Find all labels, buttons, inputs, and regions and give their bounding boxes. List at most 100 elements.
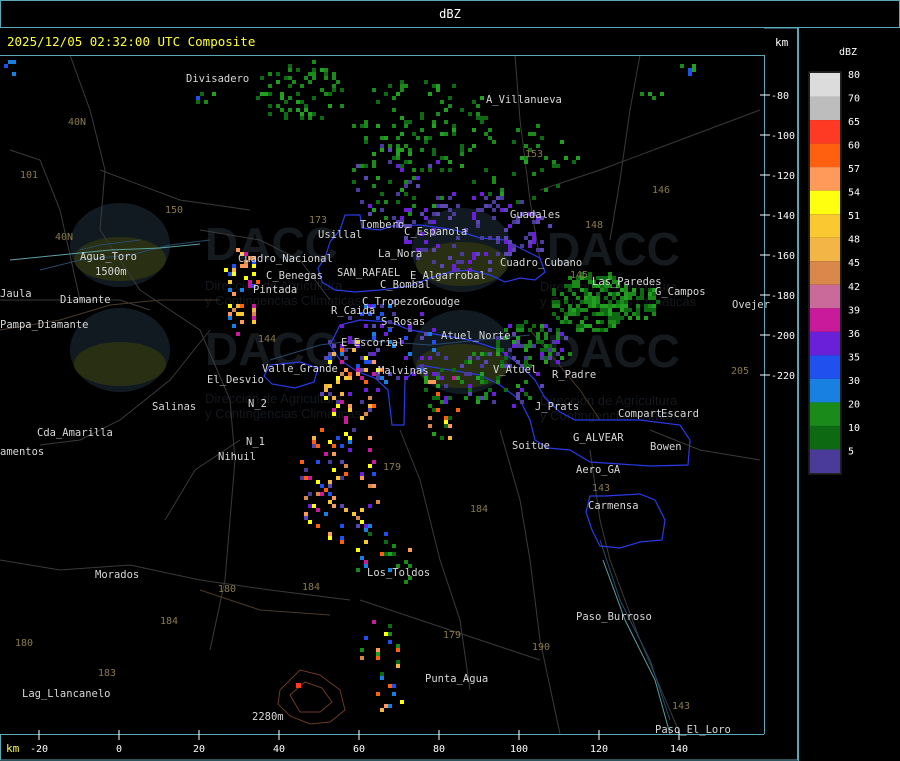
echo-pixel [288, 108, 292, 112]
echo-pixel [308, 504, 312, 508]
echo-pixel [332, 444, 336, 448]
echo-pixel [552, 304, 556, 308]
echo-pixel [544, 188, 548, 192]
echo-pixel [420, 356, 424, 360]
echo-pixel [340, 324, 344, 328]
legend-swatch [810, 120, 840, 144]
echo-pixel [472, 216, 476, 220]
echo-pixel [512, 340, 516, 344]
echo-pixel [468, 112, 472, 116]
echo-pixel [320, 484, 324, 488]
echo-pixel [444, 400, 448, 404]
echo-pixel [560, 140, 564, 144]
echo-pixel [360, 368, 364, 372]
echo-pixel [600, 288, 604, 292]
place-label: La_Nora [378, 248, 422, 260]
echo-pixel [400, 188, 404, 192]
echo-pixel [500, 192, 504, 196]
echo-pixel [436, 408, 440, 412]
echo-pixel [376, 124, 380, 128]
echo-pixel [440, 196, 444, 200]
echo-pixel [596, 328, 600, 332]
echo-pixel [280, 108, 284, 112]
echo-pixel [628, 292, 632, 296]
echo-pixel [476, 376, 480, 380]
echo-pixel [528, 396, 532, 400]
echo-pixel [384, 540, 388, 544]
echo-pixel [300, 100, 304, 104]
echo-pixel [440, 400, 444, 404]
echo-pixel [504, 236, 508, 240]
echo-pixel [508, 224, 512, 228]
echo-pixel [360, 508, 364, 512]
echo-pixel [308, 72, 312, 76]
echo-pixel [332, 72, 336, 76]
echo-pixel [608, 300, 612, 304]
echo-pixel [508, 252, 512, 256]
echo-pixel [436, 160, 440, 164]
echo-pixel [440, 156, 444, 160]
echo-pixel [540, 348, 544, 352]
echo-pixel [364, 388, 368, 392]
echo-pixel [452, 376, 456, 380]
echo-pixel [388, 160, 392, 164]
echo-pixel [492, 216, 496, 220]
svg-text:184: 184 [470, 504, 488, 515]
echo-pixel [476, 116, 480, 120]
echo-pixel [348, 404, 352, 408]
place-label: Salinas [152, 401, 196, 413]
echo-pixel [476, 400, 480, 404]
echo-pixel [452, 128, 456, 132]
echo-pixel [268, 112, 272, 116]
echo-pixel [612, 324, 616, 328]
echo-pixel [444, 120, 448, 124]
echo-pixel [488, 388, 492, 392]
echo-pixel [336, 436, 340, 440]
echo-pixel [460, 260, 464, 264]
echo-pixel [304, 108, 308, 112]
echo-pixel [292, 80, 296, 84]
echo-pixel [608, 316, 612, 320]
y-tick-label: -180 [771, 291, 795, 302]
echo-pixel [340, 536, 344, 540]
echo-pixel [252, 272, 256, 276]
echo-pixel [312, 440, 316, 444]
echo-pixel [316, 480, 320, 484]
place-label: Divisadero [186, 73, 249, 85]
legend-label: 36 [848, 329, 860, 340]
echo-pixel [448, 424, 452, 428]
echo-pixel [404, 208, 408, 212]
echo-pixel [240, 288, 244, 292]
echo-pixel [620, 296, 624, 300]
echo-pixel [444, 108, 448, 112]
echo-pixel [436, 244, 440, 248]
legend-swatch [810, 331, 840, 356]
echo-pixel [384, 632, 388, 636]
echo-pixel [640, 296, 644, 300]
echo-pixel [692, 68, 696, 72]
svg-text:173: 173 [309, 215, 327, 226]
legend-label: 45 [848, 258, 860, 269]
echo-pixel [512, 248, 516, 252]
echo-pixel [288, 96, 292, 100]
echo-pixel [516, 396, 520, 400]
echo-pixel [544, 356, 548, 360]
unit-label-top: km [775, 36, 789, 49]
echo-pixel [388, 144, 392, 148]
echo-pixel [516, 128, 520, 132]
echo-pixel [516, 344, 520, 348]
echo-pixel [376, 388, 380, 392]
echo-pixel [644, 304, 648, 308]
echo-pixel [564, 320, 568, 324]
echo-pixel [416, 136, 420, 140]
echo-pixel [436, 396, 440, 400]
echo-pixel [252, 308, 256, 312]
place-label: SAN_RAFAEL [337, 267, 400, 279]
echo-pixel [356, 368, 360, 372]
echo-pixel [352, 428, 356, 432]
echo-pixel [440, 204, 444, 208]
echo-pixel [580, 300, 584, 304]
echo-pixel [288, 64, 292, 68]
echo-pixel [492, 180, 496, 184]
echo-pixel [428, 92, 432, 96]
